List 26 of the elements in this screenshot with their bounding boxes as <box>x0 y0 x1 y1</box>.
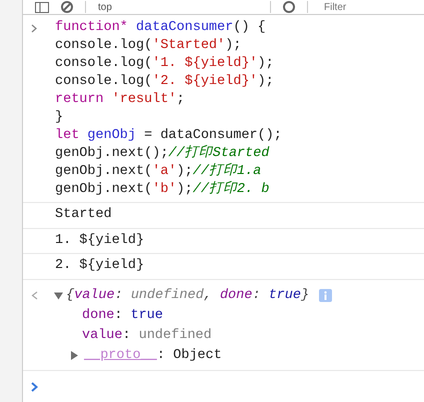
settings-icon[interactable] <box>283 1 295 13</box>
code-line: console.log('1. ${yield}'); <box>55 55 275 73</box>
code-line: console.log('Started'); <box>55 37 242 55</box>
disclosure-triangle-icon[interactable] <box>71 351 78 360</box>
property-row-text: value: undefined <box>81 326 213 344</box>
sidebar-toggle-icon[interactable] <box>35 2 49 12</box>
code-line: function* dataConsumer() { <box>55 19 267 37</box>
object-summary: {value: undefined, done: true} <box>66 286 310 304</box>
clear-console-icon[interactable] <box>61 1 73 13</box>
disclosure-triangle-icon[interactable] <box>54 291 63 300</box>
code-line: } <box>55 109 64 127</box>
code-line: genObj.next();//打印Started <box>55 145 270 163</box>
code-line: genObj.next('b');//打印2. b <box>55 181 270 199</box>
property-row-text: done: true <box>81 306 164 324</box>
code-line: genObj.next('a');//打印1.a <box>55 163 262 181</box>
context-selector[interactable]: top <box>98 2 258 12</box>
prototype-row[interactable]: __proto__: Object <box>84 346 222 366</box>
log-message: Started <box>55 206 113 224</box>
code-line: return 'result'; <box>55 91 186 109</box>
log-message: 2. ${yield} <box>55 257 146 275</box>
prompt-chevron-icon <box>31 382 38 392</box>
prompt-chevron-icon <box>31 24 37 33</box>
log-message: 1. ${yield} <box>55 232 146 250</box>
code-line: console.log('2. ${yield}'); <box>55 73 275 91</box>
info-icon <box>319 289 332 302</box>
code-line: let genObj = dataConsumer(); <box>55 127 283 145</box>
